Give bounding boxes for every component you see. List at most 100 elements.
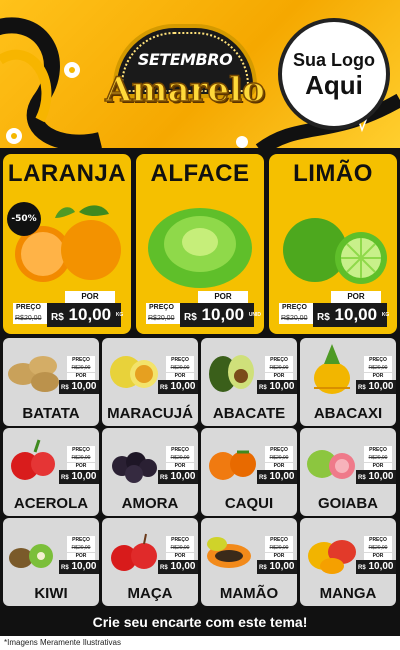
price-value: 10,00 [368, 561, 394, 572]
acerola-icon [11, 439, 55, 480]
title-setembro: SETEMBRO [137, 50, 233, 69]
price-value: 10,00 [170, 471, 196, 482]
por-label: POR [364, 463, 392, 470]
current-price: R$ 10,00 KG [158, 380, 198, 394]
product-name: ABACAXI [313, 405, 383, 422]
preco-label: PREÇO [364, 356, 392, 364]
preco-label: PREÇO [13, 303, 47, 313]
discount-badge: -50% [7, 202, 41, 236]
flyer: SETEMBRO Amarelo Sua Logo Aqui LARANJA -… [0, 0, 400, 650]
currency-symbol: R$ [61, 565, 69, 571]
price-value: 10,00 [334, 305, 378, 324]
por-label: POR [265, 553, 293, 560]
old-price: R$20,00 [364, 364, 392, 372]
por-label: POR [166, 373, 194, 380]
current-price: R$ 10,00 KG [356, 380, 396, 394]
current-price: R$ 10,00 KG [356, 470, 396, 484]
old-price: R$20,00 [13, 313, 47, 324]
product-name: BATATA [22, 405, 80, 422]
old-price: R$20,00 [265, 454, 293, 462]
price-tag: PREÇO R$20,00 POR R$ 10,00 KG [257, 446, 297, 486]
avocado-icon [209, 355, 254, 392]
old-price: R$20,00 [67, 454, 95, 462]
por-label: POR [265, 463, 293, 470]
logo-placeholder: Sua Logo Aqui [278, 18, 390, 130]
blackberry-icon [112, 452, 157, 483]
title-amarelo: Amarelo [104, 69, 265, 111]
product-name: MARACUJÁ [107, 405, 193, 422]
current-price: R$ 10,00 KG [257, 380, 297, 394]
price-value: 10,00 [201, 305, 245, 324]
price-value: 10,00 [71, 471, 97, 482]
current-price: R$ 10,00 KG [313, 303, 389, 327]
currency-symbol: R$ [259, 565, 267, 571]
current-price: R$ 10,00 KG [356, 560, 396, 574]
product-card-abacaxi: PREÇO R$20,00 POR R$ 10,00 KG ABACAXI [300, 338, 396, 426]
product-name: LARANJA [7, 160, 127, 187]
product-name: KIWI [34, 585, 68, 602]
por-label: POR [166, 463, 194, 470]
price-tag: PREÇO R$20,00 POR R$ 10,00 KG [59, 446, 99, 486]
old-price: R$20,00 [265, 544, 293, 552]
price-tag: PREÇO R$20,00 POR R$ 10,00 KG [158, 536, 198, 576]
logo-line2: Aqui [305, 69, 363, 100]
price-tag: PREÇO R$20,00 POR R$ 10,00 KG [158, 446, 198, 486]
current-price: R$ 10,00 KG [158, 470, 198, 484]
currency-symbol: R$ [259, 475, 267, 481]
product-name: MAMÃO [219, 585, 279, 602]
potato-icon [8, 356, 59, 392]
currency-symbol: R$ [317, 312, 330, 323]
por-label: POR [67, 553, 95, 560]
preco-label: PREÇO [67, 356, 95, 364]
logo-line1: Sua Logo [293, 49, 375, 70]
unit-label: KG [115, 312, 124, 318]
product-card-maracujá: PREÇO R$20,00 POR R$ 10,00 KG MARACUJÁ [102, 338, 198, 426]
product-name: GOIABA [318, 495, 378, 512]
preco-label: PREÇO [166, 356, 194, 364]
price-tag: PREÇO R$20,00 POR R$ 10,00 KG [59, 536, 99, 576]
pineapple-icon [314, 344, 350, 394]
campaign-title: SETEMBRO Amarelo [95, 28, 275, 120]
persimmon-icon [209, 450, 256, 480]
por-label: POR [67, 373, 95, 380]
preco-label: PREÇO [265, 446, 293, 454]
old-price: R$20,00 [166, 544, 194, 552]
unit-label: UNID [248, 312, 262, 318]
currency-symbol: R$ [160, 565, 168, 571]
currency-symbol: R$ [184, 312, 197, 323]
price-tag: PREÇO R$20,00 POR R$ 10,00 KG [356, 536, 396, 576]
por-label: POR [67, 463, 95, 470]
current-price: R$ 10,00 KG [257, 470, 297, 484]
old-price: R$20,00 [279, 313, 313, 324]
old-price: R$20,00 [265, 364, 293, 372]
preco-label: PREÇO [364, 446, 392, 454]
old-price: R$20,00 [166, 454, 194, 462]
currency-symbol: R$ [358, 565, 366, 571]
current-price: R$ 10,00 KG [257, 560, 297, 574]
por-label: POR [364, 553, 392, 560]
por-label: POR [65, 291, 115, 303]
product-name: MANGA [319, 585, 377, 602]
currency-symbol: R$ [358, 385, 366, 391]
price-value: 10,00 [71, 561, 97, 572]
preco-label: PREÇO [166, 536, 194, 544]
preco-label: PREÇO [364, 536, 392, 544]
por-label: POR [265, 373, 293, 380]
price-tag: PREÇO R$20,00 POR R$ 10,00 KG [356, 356, 396, 396]
currency-symbol: R$ [51, 312, 64, 323]
apple-icon [111, 533, 157, 571]
price-tag: POR PREÇO R$20,00 R$ 10,00 KG [279, 291, 389, 334]
product-card-amora: PREÇO R$20,00 POR R$ 10,00 KG AMORA [102, 428, 198, 516]
price-tag: PREÇO R$20,00 POR R$ 10,00 KG [356, 446, 396, 486]
mango-icon [308, 540, 356, 574]
por-label: POR [364, 373, 392, 380]
price-value: 10,00 [170, 561, 196, 572]
preco-label: PREÇO [67, 446, 95, 454]
passion-fruit-icon [110, 356, 158, 388]
product-name: LIMÃO [293, 160, 373, 187]
product-card-goiaba: PREÇO R$20,00 POR R$ 10,00 KG GOIABA [300, 428, 396, 516]
featured-card-limão: LIMÃO POR PREÇO R$20,00 R$ 10,00 KG [269, 154, 397, 334]
price-value: 10,00 [368, 471, 394, 482]
product-card-abacate: PREÇO R$20,00 POR R$ 10,00 KG ABACATE [201, 338, 297, 426]
preco-label: PREÇO [265, 356, 293, 364]
